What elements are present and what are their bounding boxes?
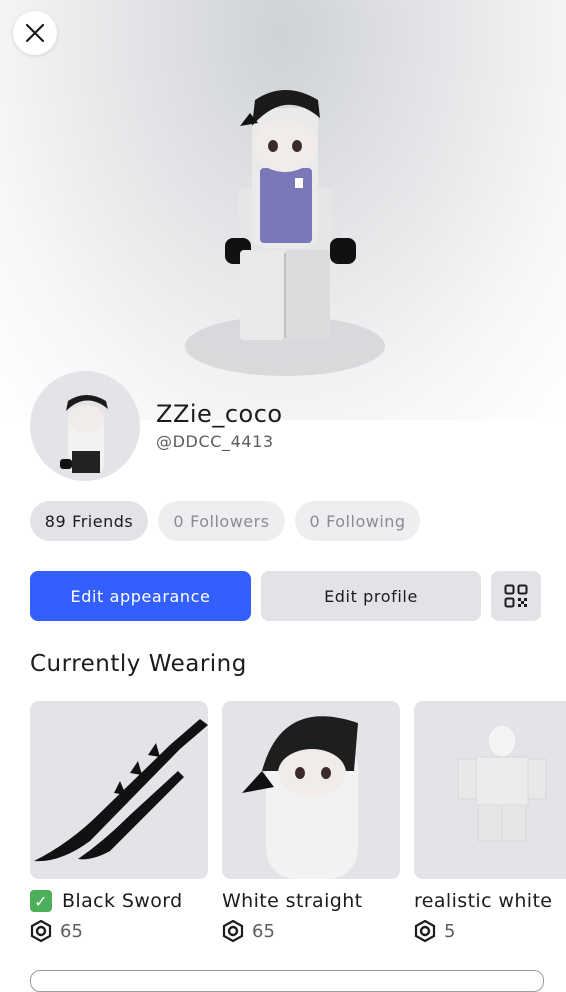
item-price-value: 65 bbox=[60, 920, 83, 942]
following-chip[interactable]: 0 Following bbox=[295, 501, 420, 541]
wearing-item-card[interactable]: ✓ Black Sword 65 bbox=[30, 701, 208, 942]
robux-icon bbox=[414, 920, 436, 942]
avatar-headshot-image bbox=[60, 395, 108, 473]
friends-chip[interactable]: 89 Friends bbox=[30, 501, 148, 541]
close-button[interactable] bbox=[13, 11, 57, 55]
item-name: Black Sword bbox=[62, 890, 183, 912]
avatar-preview-area bbox=[0, 0, 566, 420]
item-price: 5 bbox=[414, 920, 566, 942]
next-section-edge bbox=[30, 970, 544, 992]
following-label: Following bbox=[326, 511, 406, 531]
avatar-thumbnail[interactable] bbox=[30, 371, 140, 481]
display-name: ZZie_coco bbox=[156, 400, 283, 428]
following-count: 0 bbox=[309, 511, 321, 531]
friends-label: Friends bbox=[72, 511, 134, 531]
username: @DDCC_4413 bbox=[156, 432, 274, 451]
close-icon bbox=[25, 23, 45, 43]
item-name-row: ✓ Black Sword bbox=[30, 890, 208, 912]
item-name: realistic white bbox=[414, 890, 553, 912]
currently-wearing-heading: Currently Wearing bbox=[30, 651, 247, 677]
followers-count: 0 bbox=[173, 511, 185, 531]
item-price-value: 5 bbox=[444, 920, 456, 942]
friends-count: 89 bbox=[44, 511, 67, 531]
edit-profile-button[interactable]: Edit profile bbox=[261, 571, 481, 621]
hair-image bbox=[242, 716, 358, 879]
followers-chip[interactable]: 0 Followers bbox=[158, 501, 285, 541]
item-thumbnail bbox=[30, 701, 208, 879]
sword-image bbox=[34, 719, 208, 862]
item-name: White straight bbox=[222, 890, 363, 912]
wearing-item-card[interactable]: realistic white 5 bbox=[414, 701, 566, 942]
item-price: 65 bbox=[222, 920, 400, 942]
robux-icon bbox=[30, 920, 52, 942]
item-price-value: 65 bbox=[252, 920, 275, 942]
qr-code-icon bbox=[504, 584, 528, 608]
item-price: 65 bbox=[30, 920, 208, 942]
item-thumbnail bbox=[222, 701, 400, 879]
outfit-image bbox=[457, 724, 547, 842]
qr-code-button[interactable] bbox=[491, 571, 541, 621]
robux-icon bbox=[222, 920, 244, 942]
followers-label: Followers bbox=[190, 511, 270, 531]
item-name-row: White straight bbox=[222, 890, 400, 912]
edit-appearance-button[interactable]: Edit appearance bbox=[30, 571, 251, 621]
checkmark-icon: ✓ bbox=[30, 890, 52, 912]
item-name-row: realistic white bbox=[414, 890, 566, 912]
wearing-item-card[interactable]: White straight 65 bbox=[222, 701, 400, 942]
item-thumbnail bbox=[414, 701, 566, 879]
avatar-3d-figure bbox=[185, 90, 385, 376]
